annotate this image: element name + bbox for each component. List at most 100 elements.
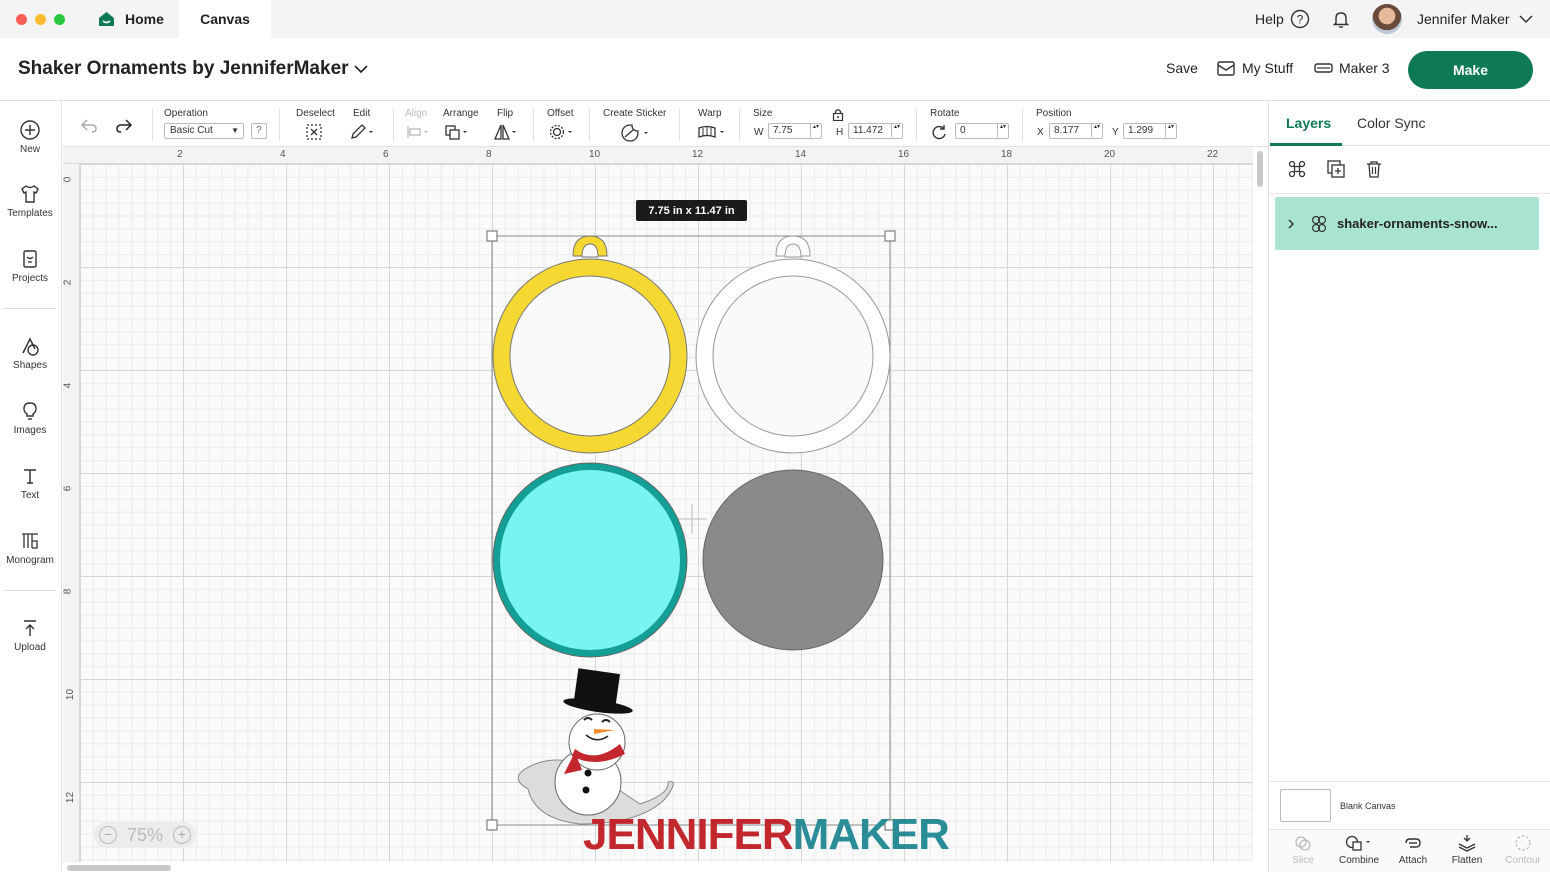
cutting-machine-icon bbox=[1314, 63, 1333, 73]
rotate-input[interactable]: 0 bbox=[955, 123, 1009, 139]
height-input[interactable]: 11.472 bbox=[848, 123, 903, 139]
ruler-tick-label: 6 bbox=[383, 149, 389, 160]
sidebar-item-images[interactable]: Images bbox=[0, 400, 60, 436]
horizontal-scrollbar[interactable] bbox=[63, 862, 1253, 872]
vertical-scrollbar[interactable] bbox=[1253, 147, 1268, 862]
ruler-tick-label: 20 bbox=[1104, 149, 1116, 160]
trash-icon[interactable] bbox=[1364, 159, 1384, 179]
tab-layers[interactable]: Layers bbox=[1286, 115, 1331, 131]
align-label: Align bbox=[405, 108, 428, 119]
sidebar-item-projects[interactable]: Projects bbox=[0, 248, 60, 284]
layer-row[interactable]: shaker-ornaments-snow... bbox=[1275, 197, 1539, 250]
flatten-button[interactable]: Flatten bbox=[1440, 834, 1494, 866]
zoom-out-icon[interactable]: − bbox=[99, 826, 117, 844]
arrange-icon[interactable] bbox=[444, 123, 470, 141]
ruler-tick-label: 22 bbox=[1207, 149, 1219, 160]
toolbar-separator bbox=[533, 109, 534, 141]
deselect-icon[interactable] bbox=[305, 123, 323, 141]
my-stuff-button[interactable]: My Stuff bbox=[1217, 60, 1293, 76]
upload-icon bbox=[24, 620, 36, 636]
align-icon[interactable] bbox=[405, 123, 431, 141]
duplicate-icon[interactable] bbox=[1326, 159, 1346, 179]
ruler-tick-label: 10 bbox=[65, 688, 77, 701]
operation-help-button[interactable]: ? bbox=[251, 123, 267, 139]
redo-icon[interactable] bbox=[114, 117, 134, 135]
inbox-icon bbox=[1217, 60, 1235, 76]
combine-icon bbox=[1345, 835, 1370, 851]
tab-home[interactable]: Home bbox=[92, 0, 178, 38]
ruler-tick-label: 0 bbox=[62, 176, 74, 183]
avatar bbox=[1372, 4, 1402, 34]
sticker-icon[interactable] bbox=[620, 123, 652, 143]
project-title-dropdown[interactable]: Shaker Ornaments by JenniferMaker bbox=[18, 58, 368, 80]
x-position-input[interactable]: 8.177 bbox=[1049, 123, 1103, 139]
text-icon bbox=[24, 469, 36, 484]
attach-icon bbox=[1405, 838, 1421, 848]
offset-icon[interactable] bbox=[548, 123, 576, 141]
tab-canvas[interactable]: Canvas bbox=[179, 0, 271, 38]
sidebar-label: Text bbox=[20, 490, 40, 501]
group-icon[interactable] bbox=[1287, 159, 1307, 179]
vertical-scroll-thumb[interactable] bbox=[1257, 151, 1263, 187]
toolbar-separator bbox=[739, 109, 740, 141]
zoom-in-icon[interactable]: + bbox=[173, 826, 191, 844]
zoom-control: − 75% + bbox=[94, 822, 196, 848]
help-button[interactable]: Help ? bbox=[1255, 0, 1310, 38]
tab-home-label: Home bbox=[125, 11, 164, 27]
chevron-right-icon[interactable] bbox=[1285, 218, 1297, 230]
user-menu[interactable]: Jennifer Maker bbox=[1372, 0, 1533, 38]
lock-icon[interactable] bbox=[832, 108, 844, 121]
machine-button[interactable]: Maker 3 bbox=[1314, 60, 1390, 76]
contour-button[interactable]: Contour bbox=[1496, 834, 1550, 866]
slice-button[interactable]: Slice bbox=[1276, 834, 1330, 866]
svg-text:?: ? bbox=[1296, 13, 1303, 27]
warp-label: Warp bbox=[698, 108, 722, 119]
horizontal-scroll-thumb[interactable] bbox=[67, 865, 171, 871]
flatten-label: Flatten bbox=[1451, 855, 1483, 866]
warp-icon[interactable] bbox=[696, 123, 728, 141]
rotate-value: 0 bbox=[960, 125, 966, 136]
operation-value: Basic Cut bbox=[170, 125, 213, 136]
combine-button[interactable]: Combine bbox=[1332, 834, 1386, 866]
blank-canvas-label: Blank Canvas bbox=[1340, 801, 1396, 811]
chevron-down-icon bbox=[1519, 15, 1533, 24]
layer-actions-bar: Slice Combine Attach Flatten Contour bbox=[1269, 829, 1550, 872]
my-stuff-label: My Stuff bbox=[1242, 60, 1294, 76]
attach-button[interactable]: Attach bbox=[1386, 834, 1440, 866]
sidebar-item-upload[interactable]: Upload bbox=[0, 617, 60, 653]
make-button[interactable]: Make bbox=[1408, 51, 1533, 89]
width-input[interactable]: 7.75 bbox=[768, 123, 822, 139]
sidebar-item-templates[interactable]: Templates bbox=[0, 183, 60, 219]
y-position-input[interactable]: 1.299 bbox=[1123, 123, 1177, 139]
sidebar-label: New bbox=[19, 144, 40, 155]
ruler-tick-label: 18 bbox=[1001, 149, 1013, 160]
pencil-icon[interactable] bbox=[349, 123, 375, 141]
rotate-icon[interactable] bbox=[930, 123, 948, 141]
minimize-window-button[interactable] bbox=[35, 14, 46, 25]
sidebar-divider bbox=[4, 308, 56, 309]
teal-ornament-disc bbox=[492, 462, 688, 658]
design-canvas[interactable] bbox=[80, 164, 1253, 862]
sidebar-item-monogram[interactable]: Monogram bbox=[0, 530, 60, 566]
lightbulb-icon bbox=[23, 402, 37, 420]
blank-canvas-swatch[interactable] bbox=[1280, 789, 1331, 822]
undo-icon[interactable] bbox=[79, 117, 99, 135]
flip-icon[interactable] bbox=[493, 123, 519, 141]
sidebar-item-shapes[interactable]: Shapes bbox=[0, 335, 60, 371]
maximize-window-button[interactable] bbox=[54, 14, 65, 25]
sidebar-item-new[interactable]: New bbox=[0, 119, 60, 155]
project-header: Shaker Ornaments by JenniferMaker Save M… bbox=[0, 38, 1550, 101]
sidebar-item-text[interactable]: Text bbox=[0, 465, 60, 501]
y-position-value: 1.299 bbox=[1128, 125, 1154, 136]
cricut-design-space-app: Home Canvas Help ? Jennifer Maker Shaker… bbox=[0, 0, 1550, 872]
notifications-button[interactable] bbox=[1331, 0, 1351, 38]
size-tooltip: 7.75 in x 11.47 in bbox=[636, 200, 747, 221]
save-button[interactable]: Save bbox=[1166, 60, 1198, 76]
operation-select[interactable]: Basic Cut ▼ bbox=[164, 123, 244, 139]
projects-icon bbox=[23, 250, 37, 268]
height-value: 11.472 bbox=[853, 125, 883, 136]
close-window-button[interactable] bbox=[16, 14, 27, 25]
shirt-icon bbox=[21, 185, 39, 203]
tab-color-sync[interactable]: Color Sync bbox=[1357, 115, 1425, 131]
blank-canvas-row[interactable]: Blank Canvas bbox=[1269, 781, 1550, 829]
